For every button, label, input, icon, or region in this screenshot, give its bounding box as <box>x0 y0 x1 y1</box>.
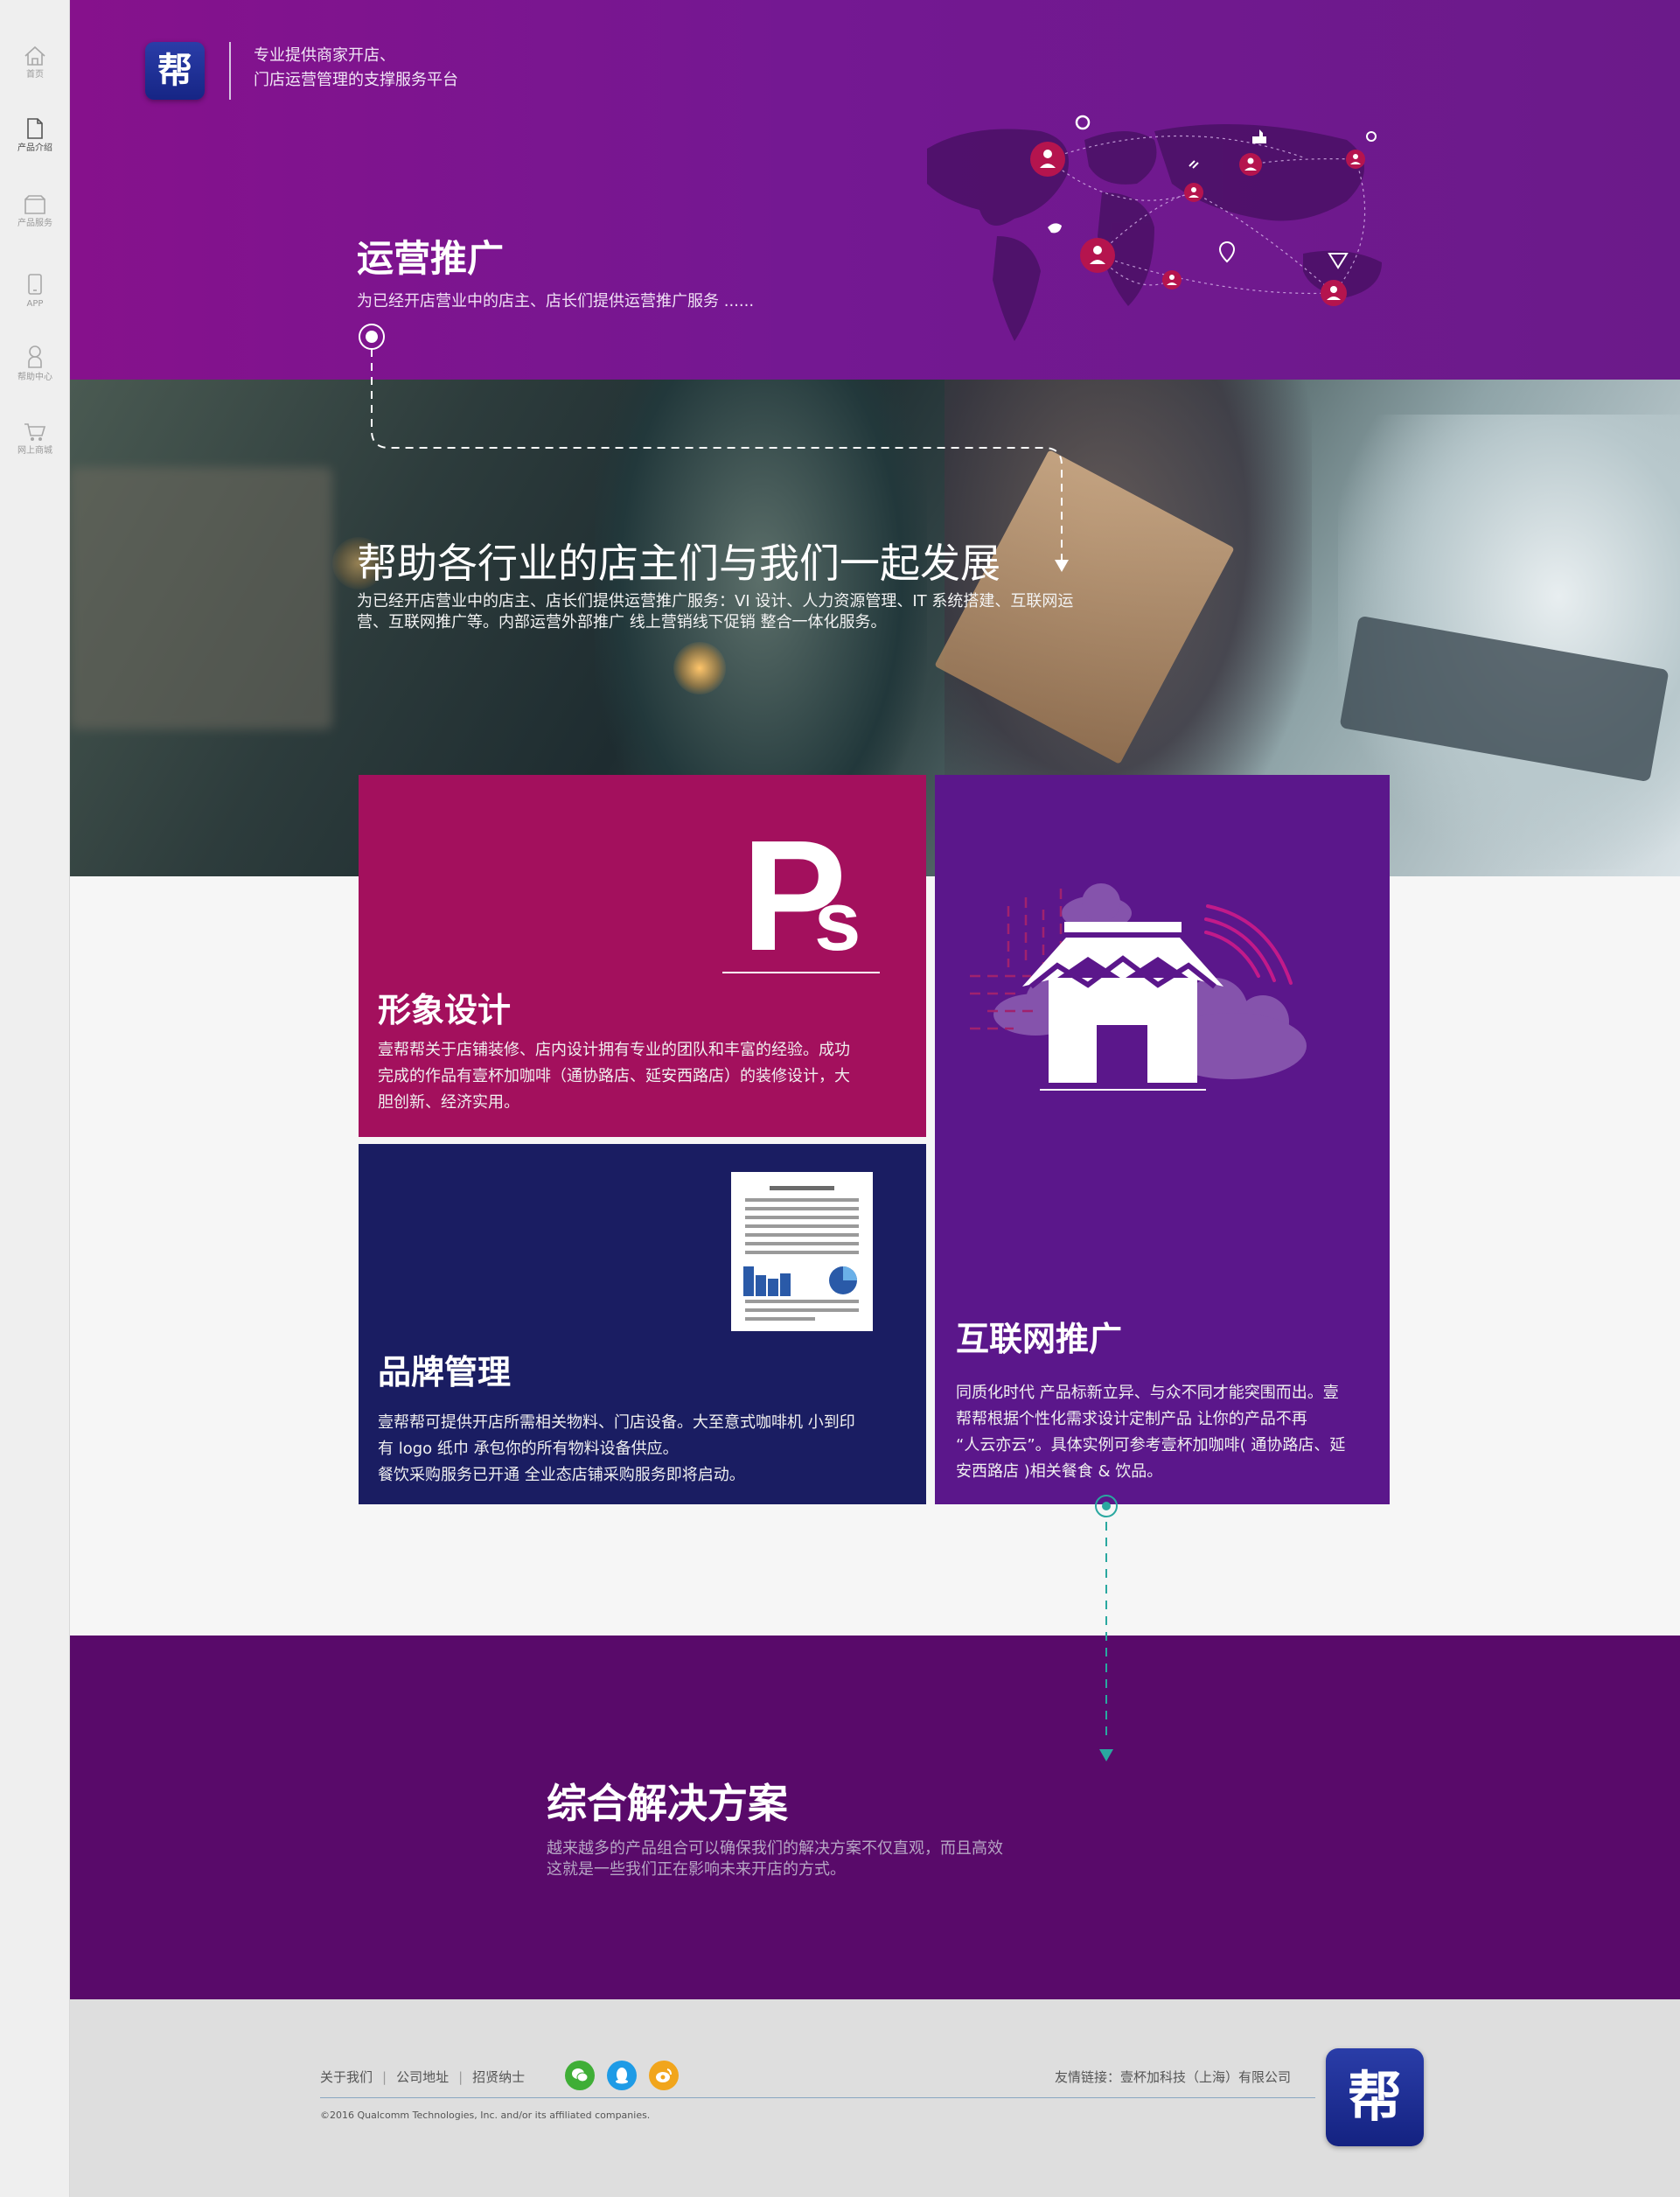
qq-icon[interactable] <box>607 2061 637 2090</box>
solutions-text-line: 越来越多的产品组合可以确保我们的解决方案不仅直观，而且高效 <box>547 1839 1003 1858</box>
wechat-icon[interactable] <box>565 2061 595 2090</box>
sidebar: 首页 产品介绍 产品服务 APP 帮助中心 网上商城 <box>0 0 70 2197</box>
sidebar-item-label: 网上商城 <box>17 446 52 456</box>
card-text-line: “人云亦云”。具体实例可参考壹杯加咖啡( 通协路店、延 <box>956 1436 1346 1454</box>
footer-links: 关于我们 | 公司地址 | 招贤纳士 <box>320 2068 525 2086</box>
hero-header: 帮 专业提供商家开店、 门店运营管理的支撑服务平台 运营推广 为已经开店营业中的… <box>70 0 1680 380</box>
solutions-section: 综合解决方案 越来越多的产品组合可以确保我们的解决方案不仅直观，而且高效 这就是… <box>70 1636 1680 1999</box>
page-subtitle: 为已经开店营业中的店主、店长们提供运营推广服务 ...... <box>357 292 755 310</box>
sidebar-item-label: 产品服务 <box>17 219 52 228</box>
document-icon <box>27 118 43 139</box>
card-text-line: 安西路店 )相关餐食 & 饮品。 <box>956 1462 1163 1481</box>
card-text-line: 壹帮帮关于店铺装修、店内设计拥有专业的团队和丰富的经验。成功 <box>378 1041 850 1059</box>
logo-divider <box>229 42 231 100</box>
footer-logo[interactable]: 帮 <box>1326 2048 1424 2146</box>
banner-title: 帮助各行业的店主们与我们一起发展 <box>357 540 1000 587</box>
card-text-line: 胆创新、经济实用。 <box>378 1093 519 1112</box>
brand-logo[interactable]: 帮 <box>145 42 205 100</box>
sidebar-item-label: 产品介绍 <box>17 143 52 153</box>
solutions-text: 越来越多的产品组合可以确保我们的解决方案不仅直观，而且高效 这就是一些我们正在影… <box>547 1838 1003 1880</box>
sidebar-item-shop[interactable]: 网上商城 <box>0 422 70 492</box>
footer-link-separator: | <box>382 2068 387 2085</box>
card-text: 壹帮帮关于店铺装修、店内设计拥有专业的团队和丰富的经验。成功 完成的作品有壹杯加… <box>378 1037 850 1116</box>
card-title: 互联网推广 <box>956 1320 1123 1358</box>
brand-tagline: 专业提供商家开店、 门店运营管理的支撑服务平台 <box>254 44 458 93</box>
card-text-line: 完成的作品有壹杯加咖啡（通协路店、延安西路店）的装修设计，大 <box>378 1067 850 1085</box>
weibo-icon[interactable] <box>649 2061 679 2090</box>
sidebar-item-products[interactable]: 产品介绍 <box>0 117 70 187</box>
solutions-text-line: 这就是一些我们正在影响未来开店的方式。 <box>547 1860 846 1879</box>
copyright-text: ©2016 Qualcomm Technologies, Inc. and/or… <box>320 2110 651 2121</box>
card-text-line: 壹帮帮可提供开店所需相关物料、门店设备。大至意式咖啡机 小到印 <box>378 1413 855 1432</box>
footer-link-about[interactable]: 关于我们 <box>320 2068 373 2086</box>
banner-text: 为已经开店营业中的店主、店长们提供运营推广服务：VI 设计、人力资源管理、IT … <box>357 591 1126 633</box>
sidebar-item-label: 帮助中心 <box>17 373 52 382</box>
card-text: 壹帮帮可提供开店所需相关物料、门店设备。大至意式咖啡机 小到印 有 logo 纸… <box>378 1410 855 1489</box>
friend-link[interactable]: 友情链接：壹杯加科技（上海）有限公司 <box>1055 2068 1291 2086</box>
tagline-line: 专业提供商家开店、 <box>254 46 395 65</box>
card-image-design[interactable]: P s 形象设计 壹帮帮关于店铺装修、店内设计拥有专业的团队和丰富的经验。成功 … <box>359 775 926 1137</box>
sidebar-item-label: 首页 <box>26 70 44 80</box>
card-text-line: 帮帮根据个性化需求设计定制产品 让你的产品不再 <box>956 1410 1307 1428</box>
footer-link-separator: | <box>458 2068 464 2085</box>
card-internet-promotion[interactable]: 互联网推广 同质化时代 产品标新立异、与众不同才能突围而出。壹 帮帮根据个性化需… <box>935 775 1390 1504</box>
cart-icon <box>24 423 46 441</box>
banner-text-line: 为已经开店营业中的店主、店长们提供运营推广服务：VI 设计、人力资源管理、IT … <box>357 592 1074 610</box>
card-text: 同质化时代 产品标新立异、与众不同才能突围而出。壹 帮帮根据个性化需求设计定制产… <box>956 1380 1345 1485</box>
sidebar-item-services[interactable]: 产品服务 <box>0 194 70 264</box>
footer-link-careers[interactable]: 招贤纳士 <box>472 2068 525 2086</box>
world-network-illustration <box>927 115 1382 341</box>
box-icon <box>24 195 45 214</box>
card-title: 品牌管理 <box>378 1353 512 1391</box>
page-title: 运营推广 <box>357 237 505 280</box>
cloud-store-icon <box>970 883 1307 1091</box>
card-text-line: 同质化时代 产品标新立异、与众不同才能突围而出。壹 <box>956 1384 1339 1402</box>
home-icon <box>24 45 45 66</box>
sidebar-item-label: APP <box>26 299 44 309</box>
card-text-line: 有 logo 纸巾 承包你的所有物料设备供应。 <box>378 1440 679 1458</box>
report-document-icon <box>731 1172 873 1331</box>
tagline-line: 门店运营管理的支撑服务平台 <box>254 71 458 89</box>
solutions-title: 综合解决方案 <box>547 1780 788 1827</box>
footer-divider <box>320 2097 1315 2098</box>
ps-glyph-s: s <box>814 875 861 968</box>
card-text-line: 餐饮采购服务已开通 全业态店铺采购服务即将启动。 <box>378 1466 745 1484</box>
sidebar-item-app[interactable]: APP <box>0 273 70 343</box>
photoshop-icon: P s <box>722 819 880 984</box>
person-icon <box>28 345 42 368</box>
sidebar-item-home[interactable]: 首页 <box>0 45 70 115</box>
sidebar-item-help[interactable]: 帮助中心 <box>0 345 70 415</box>
footer-link-address[interactable]: 公司地址 <box>396 2068 449 2086</box>
card-title: 形象设计 <box>378 991 512 1029</box>
card-brand-management[interactable]: 品牌管理 壹帮帮可提供开店所需相关物料、门店设备。大至意式咖啡机 小到印 有 l… <box>359 1144 926 1504</box>
banner-text-line: 营、互联网推广等。内部运营外部推广 线上营销线下促销 整合一体化服务。 <box>357 613 887 631</box>
phone-icon <box>28 274 42 295</box>
footer: 关于我们 | 公司地址 | 招贤纳士 友情链接：壹杯加科技（上海）有限公司 ©2… <box>70 1999 1680 2197</box>
